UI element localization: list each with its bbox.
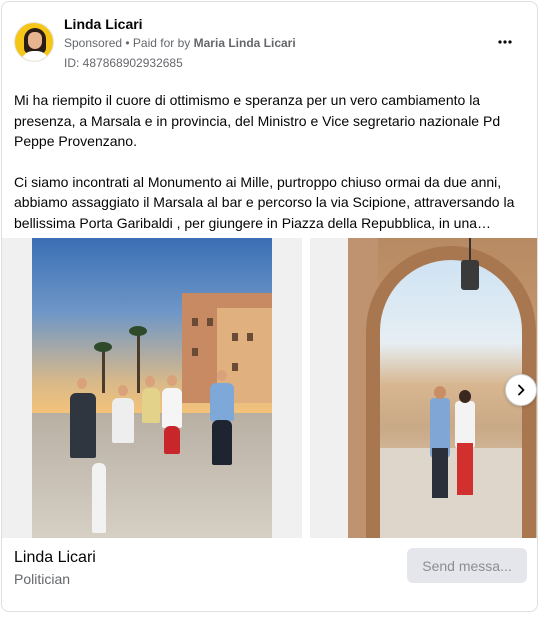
payer-name: Maria Linda Licari — [193, 36, 296, 50]
post-paragraph: Mi ha riempito il cuore di ottimismo e s… — [14, 92, 501, 149]
ad-card: Linda Licari Sponsored • Paid for by Mar… — [1, 1, 538, 612]
send-message-button[interactable]: Send messa... — [407, 548, 527, 583]
carousel-next-button[interactable] — [505, 374, 537, 406]
separator: • — [122, 36, 133, 50]
post-text: Mi ha riempito il cuore di ottimismo e s… — [14, 90, 519, 253]
ad-footer: Linda Licari Politician Send messa... — [2, 538, 537, 611]
footer-page-name[interactable]: Linda Licari — [14, 549, 96, 567]
carousel-slide[interactable] — [2, 238, 302, 538]
footer-page-category: Politician — [14, 571, 71, 587]
avatar[interactable] — [14, 22, 54, 62]
ellipsis-icon — [498, 40, 512, 44]
page-name[interactable]: Linda Licari — [64, 16, 143, 32]
paid-for-label: Paid for by — [132, 36, 191, 50]
chevron-right-icon — [518, 384, 525, 396]
group-photo — [32, 238, 272, 538]
more-options-button[interactable] — [491, 30, 519, 54]
carousel-slide[interactable] — [310, 238, 537, 538]
image-carousel[interactable] — [2, 238, 537, 538]
ad-header: Linda Licari Sponsored • Paid for by Mar… — [2, 2, 537, 82]
sponsored-label: Sponsored — [64, 36, 123, 50]
post-paragraph: Ci siamo incontrati al Monumento ai Mill… — [14, 173, 515, 231]
sponsor-line: Sponsored • Paid for by Maria Linda Lica… — [64, 36, 296, 50]
ad-id: ID: 487868902932685 — [64, 56, 183, 70]
